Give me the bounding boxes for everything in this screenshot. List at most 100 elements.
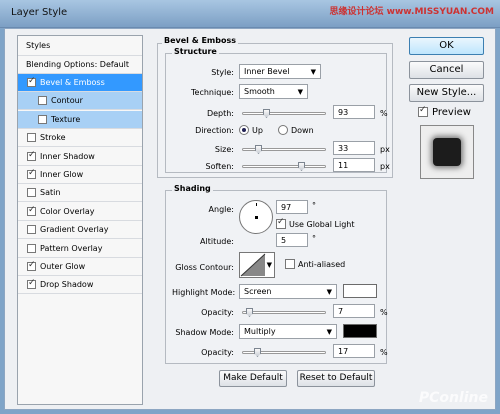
style-item-label: Outer Glow — [40, 262, 86, 271]
style-checkbox[interactable] — [27, 260, 36, 271]
style-item-drop-shadow[interactable]: Drop Shadow — [18, 276, 142, 295]
size-label: Size: — [214, 145, 234, 154]
direction-up-radio[interactable] — [239, 125, 249, 135]
chevron-down-icon: ▼ — [297, 88, 303, 96]
altitude-label: Altitude: — [200, 237, 234, 246]
style-item-bevel-emboss[interactable]: Bevel & Emboss — [18, 74, 142, 92]
direction-label: Direction: — [195, 126, 234, 135]
preview-swatch — [433, 138, 461, 166]
style-checkbox[interactable] — [27, 76, 36, 87]
ok-button[interactable]: OK — [409, 37, 484, 55]
highlight-opacity-label: Opacity: — [201, 308, 234, 317]
style-item-label: Bevel & Emboss — [40, 78, 105, 87]
technique-select[interactable]: Smooth ▼ — [239, 84, 308, 99]
highlight-mode-select[interactable]: Screen ▼ — [239, 284, 337, 299]
style-item-label: Stroke — [40, 133, 66, 143]
new-style-button[interactable]: New Style... — [409, 84, 484, 102]
depth-field[interactable]: 93 — [333, 105, 375, 119]
style-checkbox[interactable] — [27, 225, 36, 235]
global-light-checkbox[interactable] — [276, 217, 286, 229]
shadow-mode-label: Shadow Mode: — [175, 328, 234, 337]
window-title: Layer Style — [11, 7, 68, 18]
style-select[interactable]: Inner Bevel ▼ — [239, 64, 321, 79]
style-item-inner-glow[interactable]: Inner Glow — [18, 166, 142, 184]
structure-title: Structure — [172, 47, 219, 56]
style-item-label: Color Overlay — [40, 206, 95, 216]
style-checkbox[interactable] — [38, 96, 47, 106]
watermark-text: 思缘设计论坛 www.MISSYUAN.COM — [329, 7, 494, 17]
style-item-contour[interactable]: Contour — [18, 92, 142, 111]
highlight-opacity-field[interactable]: 7 — [333, 304, 375, 318]
shadow-opacity-field[interactable]: 17 — [333, 344, 375, 358]
angle-dial[interactable] — [239, 200, 273, 234]
styles-list: Styles Blending Options: Default Bevel &… — [17, 35, 143, 405]
angle-unit: ° — [312, 201, 316, 210]
make-default-button[interactable]: Make Default — [219, 370, 287, 387]
blending-options-item[interactable]: Blending Options: Default — [18, 56, 142, 74]
altitude-field[interactable]: 5 — [276, 233, 308, 247]
reset-to-default-button[interactable]: Reset to Default — [297, 370, 375, 387]
style-checkbox[interactable] — [27, 205, 36, 216]
anti-aliased-checkbox[interactable] — [285, 259, 295, 269]
style-item-inner-shadow[interactable]: Inner Shadow — [18, 148, 142, 166]
depth-slider[interactable] — [242, 109, 326, 118]
chevron-down-icon: ▼ — [326, 288, 332, 296]
style-item-label: Texture — [51, 114, 81, 124]
style-item-label: Inner Shadow — [40, 151, 95, 161]
gloss-contour-label: Gloss Contour: — [175, 263, 234, 272]
style-checkbox[interactable] — [27, 168, 36, 179]
cancel-button[interactable]: Cancel — [409, 61, 484, 79]
title-bar: Layer Style 思缘设计论坛 www.MISSYUAN.COM — [0, 0, 500, 28]
style-item-texture[interactable]: Texture — [18, 110, 142, 129]
style-checkbox[interactable] — [27, 150, 36, 161]
shadow-color-swatch[interactable] — [343, 324, 377, 338]
style-item-gradient-overlay[interactable]: Gradient Overlay — [18, 221, 142, 240]
style-item-stroke[interactable]: Stroke — [18, 129, 142, 148]
shadow-opacity-slider[interactable] — [242, 348, 326, 357]
style-item-satin[interactable]: Satin — [18, 184, 142, 203]
style-checkbox[interactable] — [27, 133, 36, 143]
direction-down-radio[interactable] — [278, 125, 288, 135]
depth-unit: % — [380, 109, 388, 118]
shadow-mode-select[interactable]: Multiply ▼ — [239, 324, 337, 339]
footer-watermark: PConline — [418, 390, 488, 406]
angle-field[interactable]: 97 — [276, 200, 308, 214]
style-item-outer-glow[interactable]: Outer Glow — [18, 258, 142, 276]
style-checkbox[interactable] — [38, 114, 47, 124]
style-item-color-overlay[interactable]: Color Overlay — [18, 203, 142, 221]
soften-slider[interactable] — [242, 162, 326, 171]
highlight-opacity-unit: % — [380, 308, 388, 317]
size-field[interactable]: 33 — [333, 141, 375, 155]
style-item-label: Drop Shadow — [40, 280, 94, 290]
chevron-down-icon: ▼ — [326, 328, 332, 336]
soften-field[interactable]: 11 — [333, 158, 375, 172]
highlight-color-swatch[interactable] — [343, 284, 377, 298]
soften-label: Soften: — [205, 162, 234, 171]
preview-label: Preview — [432, 107, 471, 118]
size-unit: px — [380, 145, 390, 154]
soften-unit: px — [380, 162, 390, 171]
style-item-label: Pattern Overlay — [40, 243, 103, 253]
style-item-label: Gradient Overlay — [40, 225, 109, 235]
preview-thumbnail — [420, 125, 474, 179]
styles-header[interactable]: Styles — [18, 36, 142, 56]
style-checkbox[interactable] — [27, 243, 36, 253]
style-checkbox[interactable] — [27, 188, 36, 198]
preview-checkbox[interactable] — [418, 105, 428, 117]
technique-label: Technique: — [191, 88, 234, 97]
angle-label: Angle: — [208, 205, 234, 214]
chevron-down-icon: ▼ — [310, 68, 316, 76]
depth-label: Depth: — [206, 109, 234, 118]
style-item-label: Contour — [51, 96, 83, 106]
highlight-mode-label: Highlight Mode: — [172, 288, 236, 297]
direction-down-label: Down — [291, 126, 314, 135]
gloss-contour-picker[interactable]: ▼ — [239, 252, 275, 278]
bevel-emboss-title: Bevel & Emboss — [162, 36, 238, 45]
altitude-unit: ° — [312, 234, 316, 243]
highlight-opacity-slider[interactable] — [242, 308, 326, 317]
chevron-down-icon: ▼ — [266, 261, 272, 269]
shading-title: Shading — [172, 184, 213, 193]
style-checkbox[interactable] — [27, 278, 36, 290]
size-slider[interactable] — [242, 145, 326, 154]
style-item-pattern-overlay[interactable]: Pattern Overlay — [18, 240, 142, 258]
